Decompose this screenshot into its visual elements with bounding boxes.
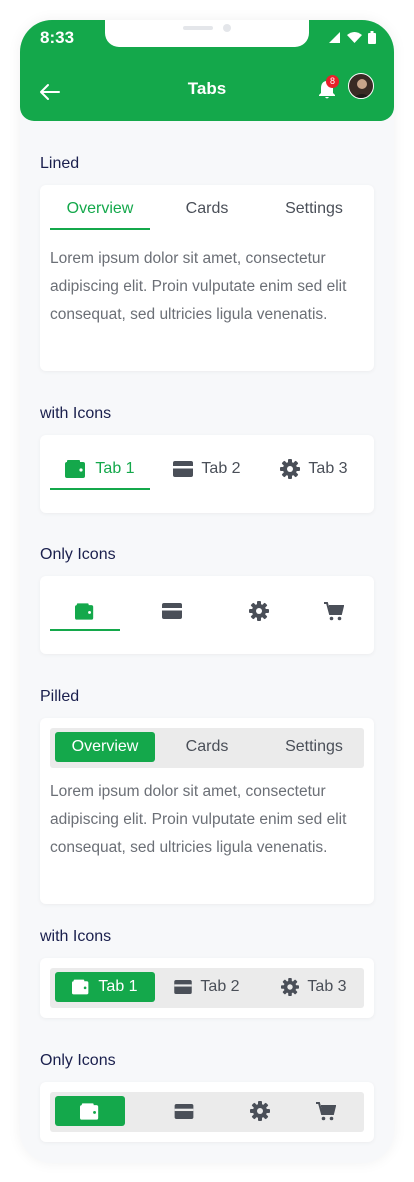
avatar[interactable] [348,73,374,99]
notification-badge: 8 [326,75,339,88]
tab-2-label: Tab 2 [200,978,240,995]
tab-card[interactable] [149,1096,219,1126]
pilled-only-icons-card [40,1082,374,1142]
tab-3[interactable]: Tab 3 [264,972,364,1002]
active-tab-indicator [50,228,150,230]
tab-settings[interactable]: Settings [264,199,364,219]
tab-cards[interactable]: Cards [157,732,257,762]
gear-icon [281,978,300,996]
tab-overview[interactable]: Overview [50,199,150,219]
section-label-lined-icons: with Icons [40,405,112,422]
pill-tab-bar [50,1092,364,1132]
status-time: 8:33 [40,28,75,47]
wallet-icon [72,979,90,995]
cart-icon [324,601,344,621]
card-icon [174,980,193,994]
tab-content-text: Lorem ipsum dolor sit amet, consectetur … [50,250,347,323]
lined-tabs-card: Overview Cards Settings Lorem ipsum dolo… [40,185,374,371]
active-tab-indicator [50,629,120,631]
tab-1-label: Tab 1 [95,460,135,477]
tab-settings[interactable]: Settings [264,732,364,762]
tab-2[interactable]: Tab 2 [157,459,257,479]
tab-cart[interactable] [299,600,369,622]
tab-1[interactable]: Tab 1 [50,459,150,479]
notch [105,20,309,47]
pill-tab-bar: Tab 1 Tab 2 Tab 3 [50,968,364,1008]
tab-3-label: Tab 3 [308,460,348,477]
tab-2-label: Tab 2 [201,460,241,477]
wallet-icon [80,1102,100,1120]
tab-gear[interactable] [225,1096,295,1126]
tab-gear[interactable] [224,600,294,622]
section-label-pilled: Pilled [40,688,80,705]
tab-wallet[interactable] [55,1096,125,1126]
gear-icon [249,601,269,621]
tab-1-label: Tab 1 [98,978,138,995]
cart-icon [316,1101,336,1121]
tab-3[interactable]: Tab 3 [264,459,364,479]
gear-icon [280,459,301,479]
tab-2[interactable]: Tab 2 [157,972,257,1002]
lined-icon-tabs-card: Tab 1 Tab 2 Tab 3 [40,435,374,513]
section-label-pilled-icons: with Icons [40,928,112,945]
camera [223,24,231,32]
wifi-icon [347,32,362,43]
phone-frame: 8:33 Tabs 8 Lined Overview Cards Setting… [20,20,394,1163]
tab-card[interactable] [137,600,207,622]
tab-1[interactable]: Tab 1 [55,972,155,1002]
tab-wallet[interactable] [50,600,120,622]
pilled-tabs-card: Overview Cards Settings Lorem ipsum dolo… [40,718,374,904]
tab-content-text: Lorem ipsum dolor sit amet, consectetur … [50,783,347,856]
signal-icon [329,32,341,43]
gear-icon [250,1101,270,1121]
wallet-icon [65,460,87,478]
tab-3-label: Tab 3 [307,978,347,995]
section-label-lined-only-icons: Only Icons [40,546,116,563]
active-tab-indicator [50,488,150,490]
section-label-lined: Lined [40,155,80,172]
status-icons [329,31,376,44]
tab-overview[interactable]: Overview [55,732,155,762]
pilled-icon-tabs-card: Tab 1 Tab 2 Tab 3 [40,958,374,1018]
pill-tab-bar: Overview Cards Settings [50,728,364,768]
tab-cards[interactable]: Cards [157,199,257,219]
card-icon [162,603,182,619]
battery-icon [368,31,376,44]
lined-only-icons-card [40,576,374,654]
app-bar: 8:33 Tabs 8 [20,20,394,121]
card-icon [174,1103,194,1119]
section-label-pilled-only-icons: Only Icons [40,1052,116,1069]
tab-cart[interactable] [291,1096,361,1126]
speaker [183,26,213,30]
wallet-icon [75,602,95,620]
card-icon [173,461,194,477]
